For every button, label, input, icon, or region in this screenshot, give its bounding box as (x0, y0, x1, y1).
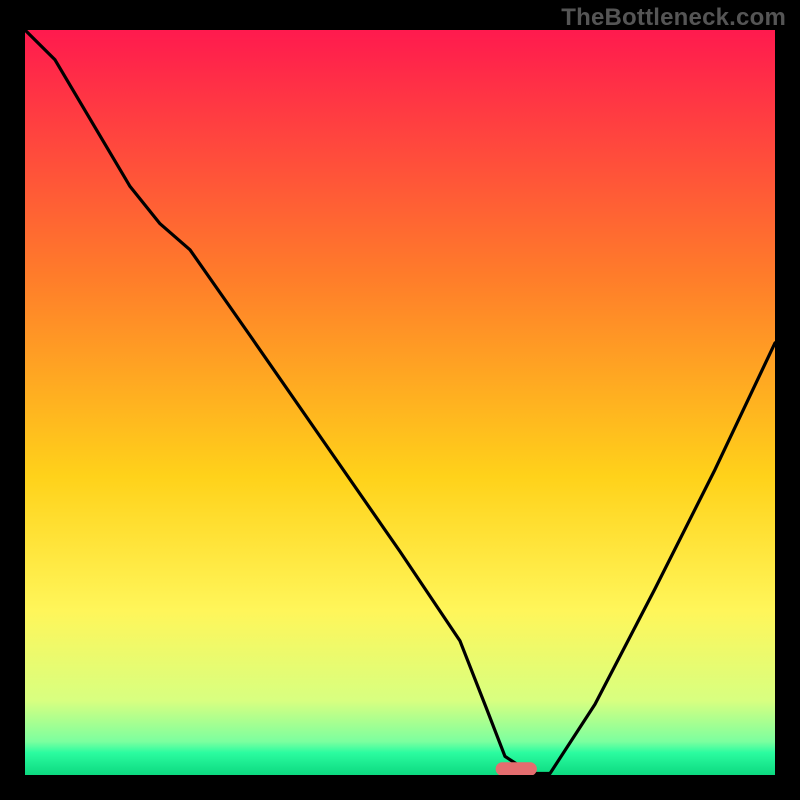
chart-container: TheBottleneck.com (0, 0, 800, 800)
bottleneck-minimum-marker (496, 762, 537, 775)
chart-svg (25, 30, 775, 775)
plot-area (25, 30, 775, 775)
watermark-text: TheBottleneck.com (561, 4, 786, 32)
gradient-background (25, 30, 775, 775)
